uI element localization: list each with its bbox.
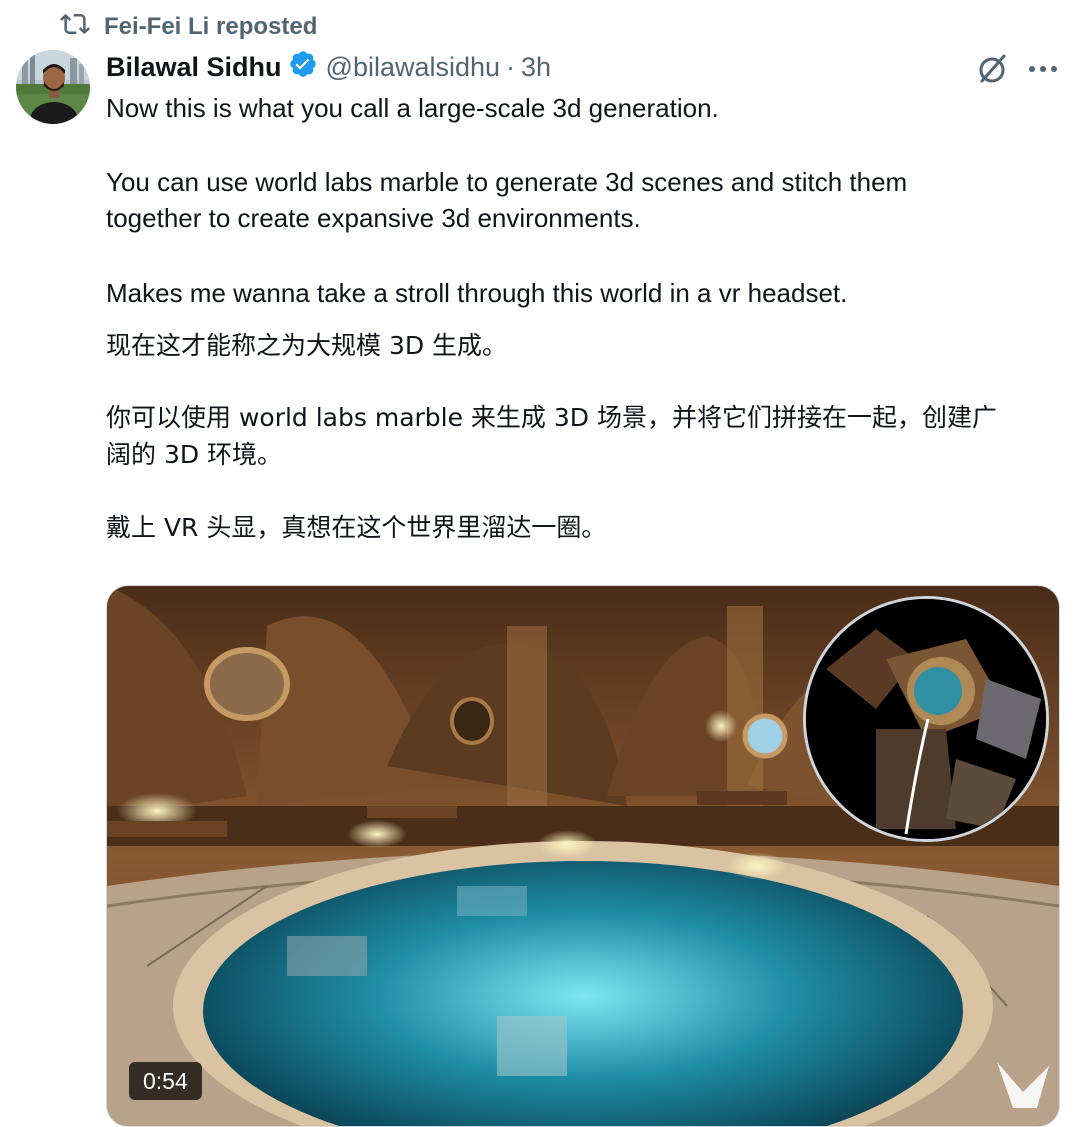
minimap-overlay xyxy=(803,596,1049,842)
repost-indicator[interactable]: Fei-Fei Li reposted xyxy=(60,8,317,46)
repost-icon xyxy=(60,9,90,46)
marble-logo-icon xyxy=(993,1056,1053,1112)
post-text-en-3: together to create expansive 3d environm… xyxy=(106,203,641,233)
author-name[interactable]: Bilawal Sidhu xyxy=(106,52,282,83)
post-text-zh-2: 你可以使用 world labs marble 来生成 3D 场景，并将它们拼接… xyxy=(106,403,997,432)
post-text-en-1: Now this is what you call a large-scale … xyxy=(106,93,719,123)
video-player[interactable]: 0:54 xyxy=(106,585,1060,1127)
post-text-zh-4: 戴上 VR 头显，真想在这个世界里溜达一圈。 xyxy=(106,513,607,542)
separator-dot: · xyxy=(506,51,516,82)
post-text-en-4: Makes me wanna take a stroll through thi… xyxy=(106,278,848,308)
post-time[interactable]: 3h xyxy=(521,52,551,83)
post-text-en-2: You can use world labs marble to generat… xyxy=(106,167,908,197)
grok-icon[interactable] xyxy=(974,50,1012,88)
tweet-header: Bilawal Sidhu @bilawalsidhu · 3h xyxy=(106,48,551,86)
post-text-zh-1: 现在这才能称之为大规模 3D 生成。 xyxy=(106,331,508,360)
avatar[interactable] xyxy=(16,50,90,124)
more-icon[interactable] xyxy=(1024,50,1062,88)
video-duration: 0:54 xyxy=(129,1062,202,1100)
post-text-zh-3: 阔的 3D 环境。 xyxy=(106,440,283,469)
repost-label: Fei-Fei Li reposted xyxy=(104,13,318,40)
verified-badge-icon xyxy=(282,49,326,86)
author-handle[interactable]: @bilawalsidhu xyxy=(326,52,501,83)
